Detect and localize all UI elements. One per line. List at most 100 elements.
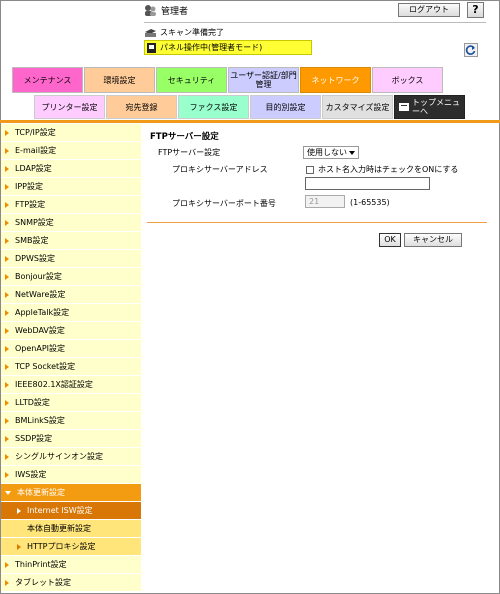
- sidebar-item-label: TCP Socket設定: [15, 362, 76, 371]
- sidebar-item[interactable]: SSDP設定: [1, 430, 141, 448]
- sub-tab[interactable]: 目的別設定: [250, 95, 321, 119]
- triangle-icon: [5, 291, 9, 298]
- sidebar-item[interactable]: OpenAPI設定: [1, 340, 141, 358]
- sidebar-item-label: DPWS設定: [15, 254, 55, 263]
- sidebar: TCP/IP設定 E-mail設定 LDAP設定 IPP設定 FTP設定 SNMP設定 SM…: [1, 124, 141, 592]
- triangle-icon: [5, 417, 9, 424]
- sub-tab[interactable]: プリンター設定: [34, 95, 105, 119]
- category-tab[interactable]: セキュリティ: [156, 67, 227, 93]
- sidebar-item-label: LDAP設定: [15, 164, 52, 173]
- scanner-icon: [145, 28, 156, 37]
- sidebar-item[interactable]: IWS設定: [1, 466, 141, 484]
- sidebar-subitem[interactable]: 本体自動更新設定: [1, 520, 141, 538]
- proxy-address-input[interactable]: [305, 177, 430, 190]
- sidebar-item-label: IEEE802.1X認証設定: [15, 380, 93, 389]
- ftp-server-select[interactable]: 使用しない: [303, 146, 359, 159]
- triangle-icon: [17, 507, 21, 514]
- top-menu-button[interactable]: トップメニューへ: [394, 95, 465, 119]
- sidebar-item[interactable]: LLTD設定: [1, 394, 141, 412]
- host-name-checkbox-row[interactable]: ホスト名入力時はチェックをONにする: [306, 164, 458, 175]
- sidebar-item[interactable]: シングルサインオン設定: [1, 448, 141, 466]
- sidebar-subitem[interactable]: Internet ISW設定: [1, 502, 141, 520]
- triangle-icon: [5, 345, 9, 352]
- refresh-icon[interactable]: [464, 43, 478, 57]
- triangle-icon: [5, 435, 9, 442]
- sub-tab[interactable]: ファクス設定: [178, 95, 249, 119]
- proxy-address-label: プロキシサーバーアドレス: [172, 165, 268, 174]
- help-button[interactable]: ?: [467, 2, 484, 18]
- sidebar-item[interactable]: タブレット設定: [1, 574, 141, 592]
- triangle-icon: [5, 471, 9, 478]
- sidebar-item-label: LLTD設定: [15, 398, 50, 407]
- sidebar-item-label: WebDAV設定: [15, 326, 65, 335]
- sidebar-item[interactable]: LDAP設定: [1, 160, 141, 178]
- cancel-button[interactable]: キャンセル: [404, 233, 462, 247]
- sidebar-item-open[interactable]: 本体更新設定: [1, 484, 141, 502]
- category-tab[interactable]: ネットワーク: [300, 67, 371, 93]
- sidebar-item-label: 本体更新設定: [17, 488, 65, 497]
- host-name-checkbox[interactable]: [306, 165, 314, 174]
- header-divider: [144, 22, 486, 23]
- sidebar-item-label: TCP/IP設定: [15, 128, 56, 137]
- admin-user-icon: [145, 5, 156, 16]
- proxy-port-input[interactable]: 21: [305, 195, 345, 208]
- triangle-icon: [5, 399, 9, 406]
- sidebar-item[interactable]: ThinPrint設定: [1, 556, 141, 574]
- triangle-icon: [5, 165, 9, 172]
- sidebar-item[interactable]: AppleTalk設定: [1, 304, 141, 322]
- triangle-icon: [5, 237, 9, 244]
- sidebar-item[interactable]: SMB設定: [1, 232, 141, 250]
- sidebar-item-label: ThinPrint設定: [15, 560, 67, 569]
- sidebar-item[interactable]: IEEE802.1X認証設定: [1, 376, 141, 394]
- sidebar-item-label: Bonjour設定: [15, 272, 62, 281]
- sidebar-item[interactable]: Bonjour設定: [1, 268, 141, 286]
- sidebar-item[interactable]: IPP設定: [1, 178, 141, 196]
- sidebar-item[interactable]: TCP/IP設定: [1, 124, 141, 142]
- sidebar-item[interactable]: FTP設定: [1, 196, 141, 214]
- triangle-icon: [5, 561, 9, 568]
- category-tab[interactable]: メンテナンス: [12, 67, 83, 93]
- sidebar-item[interactable]: SNMP設定: [1, 214, 141, 232]
- category-tab[interactable]: ボックス: [372, 67, 443, 93]
- sidebar-item-label: IPP設定: [15, 182, 44, 191]
- triangle-icon: [5, 255, 9, 262]
- host-name-checkbox-label: ホスト名入力時はチェックをONにする: [318, 165, 459, 174]
- triangle-icon: [5, 327, 9, 334]
- triangle-icon: [5, 381, 9, 388]
- user-label: 管理者: [161, 7, 189, 17]
- logout-button[interactable]: ログアウト: [398, 3, 460, 17]
- chevron-down-icon: [349, 151, 355, 155]
- sidebar-item-label: HTTPプロキシ設定: [27, 542, 96, 551]
- ok-button[interactable]: OK: [379, 233, 401, 247]
- triangle-icon: [5, 363, 9, 370]
- sidebar-item-label: FTP設定: [15, 200, 46, 209]
- sidebar-item[interactable]: BMLinkS設定: [1, 412, 141, 430]
- sidebar-item-label: SSDP設定: [15, 434, 53, 443]
- ftp-server-value: 使用しない: [307, 148, 347, 157]
- sidebar-item-label: SNMP設定: [15, 218, 54, 227]
- sub-tab[interactable]: カスタマイズ設定: [322, 95, 393, 119]
- category-tabs: メンテナンス 環境設定 セキュリティ ユーザー認証/部門管理 ネットワーク ボックス: [12, 67, 444, 93]
- panel-status: パネル操作中(管理者モード): [144, 40, 312, 55]
- sidebar-item[interactable]: NetWare設定: [1, 286, 141, 304]
- sidebar-item[interactable]: E-mail設定: [1, 142, 141, 160]
- panel-status-text: パネル操作中(管理者モード): [160, 43, 263, 52]
- sidebar-item-label: AppleTalk設定: [15, 308, 70, 317]
- sidebar-item-label: BMLinkS設定: [15, 416, 65, 425]
- scan-status: スキャン準備完了: [144, 27, 224, 38]
- triangle-icon: [5, 201, 9, 208]
- triangle-icon: [17, 543, 21, 550]
- triangle-icon: [5, 129, 9, 136]
- sidebar-subitem[interactable]: HTTPプロキシ設定: [1, 538, 141, 556]
- category-tab[interactable]: ユーザー認証/部門管理: [228, 67, 299, 93]
- sidebar-item[interactable]: DPWS設定: [1, 250, 141, 268]
- port-range-hint: (1-65535): [350, 198, 390, 207]
- sidebar-item[interactable]: TCP Socket設定: [1, 358, 141, 376]
- triangle-icon: [5, 183, 9, 190]
- category-tab[interactable]: 環境設定: [84, 67, 155, 93]
- triangle-icon: [5, 147, 9, 154]
- sidebar-item[interactable]: WebDAV設定: [1, 322, 141, 340]
- sub-tab[interactable]: 宛先登録: [106, 95, 177, 119]
- scan-status-text: スキャン準備完了: [160, 28, 224, 37]
- sidebar-item-label: SMB設定: [15, 236, 49, 245]
